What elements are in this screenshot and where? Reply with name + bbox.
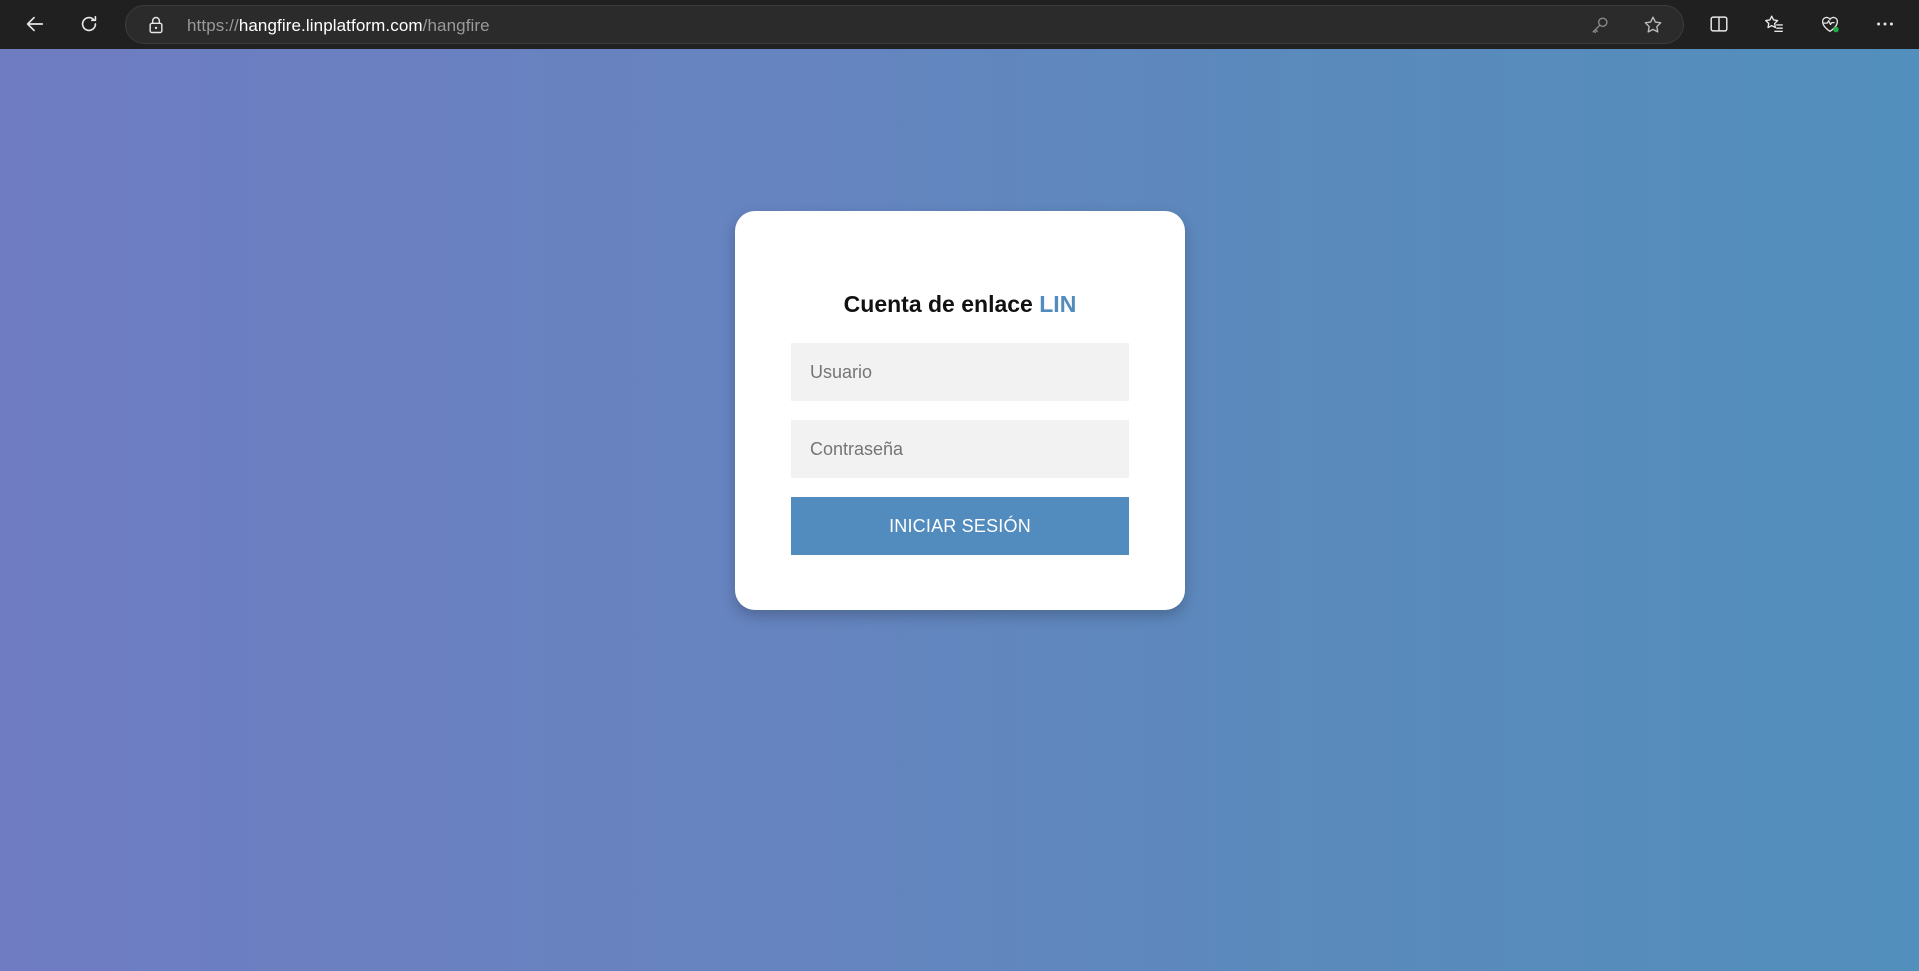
favorites-button[interactable] (1762, 12, 1786, 36)
url-text[interactable]: https://hangfire.linplatform.com/hangfir… (187, 16, 490, 36)
back-arrow-icon (26, 16, 44, 32)
more-dots-icon (1877, 22, 1893, 26)
heart-pulse-icon (1821, 16, 1839, 33)
more-options-button[interactable] (1873, 12, 1897, 36)
brand-name: LIN (1039, 291, 1077, 317)
back-button[interactable] (16, 5, 54, 43)
browser-essentials-button[interactable] (1818, 12, 1842, 36)
refresh-button[interactable] (70, 5, 108, 43)
key-icon[interactable] (1589, 14, 1611, 36)
login-card: Cuenta de enlace LIN INICIAR SESIÓN (735, 211, 1185, 610)
refresh-icon (81, 15, 97, 32)
password-input[interactable] (791, 420, 1129, 478)
login-title-text: Cuenta de enlace (843, 291, 1040, 317)
split-screen-button[interactable] (1707, 12, 1731, 36)
address-bar[interactable]: https://hangfire.linplatform.com/hangfir… (125, 5, 1684, 44)
favorites-icon (1765, 15, 1783, 33)
url-scheme: https:// (187, 16, 239, 35)
star-icon[interactable] (1642, 14, 1664, 36)
lock-icon[interactable] (146, 15, 166, 35)
login-title: Cuenta de enlace LIN (735, 291, 1185, 318)
split-screen-icon (1710, 16, 1728, 32)
page-background: Cuenta de enlace LIN INICIAR SESIÓN (0, 49, 1919, 971)
url-host: hangfire.linplatform.com (238, 16, 423, 35)
browser-toolbar: https://hangfire.linplatform.com/hangfir… (0, 0, 1919, 49)
login-button[interactable]: INICIAR SESIÓN (791, 497, 1129, 555)
username-input[interactable] (791, 343, 1129, 401)
url-path: /hangfire (422, 16, 490, 35)
